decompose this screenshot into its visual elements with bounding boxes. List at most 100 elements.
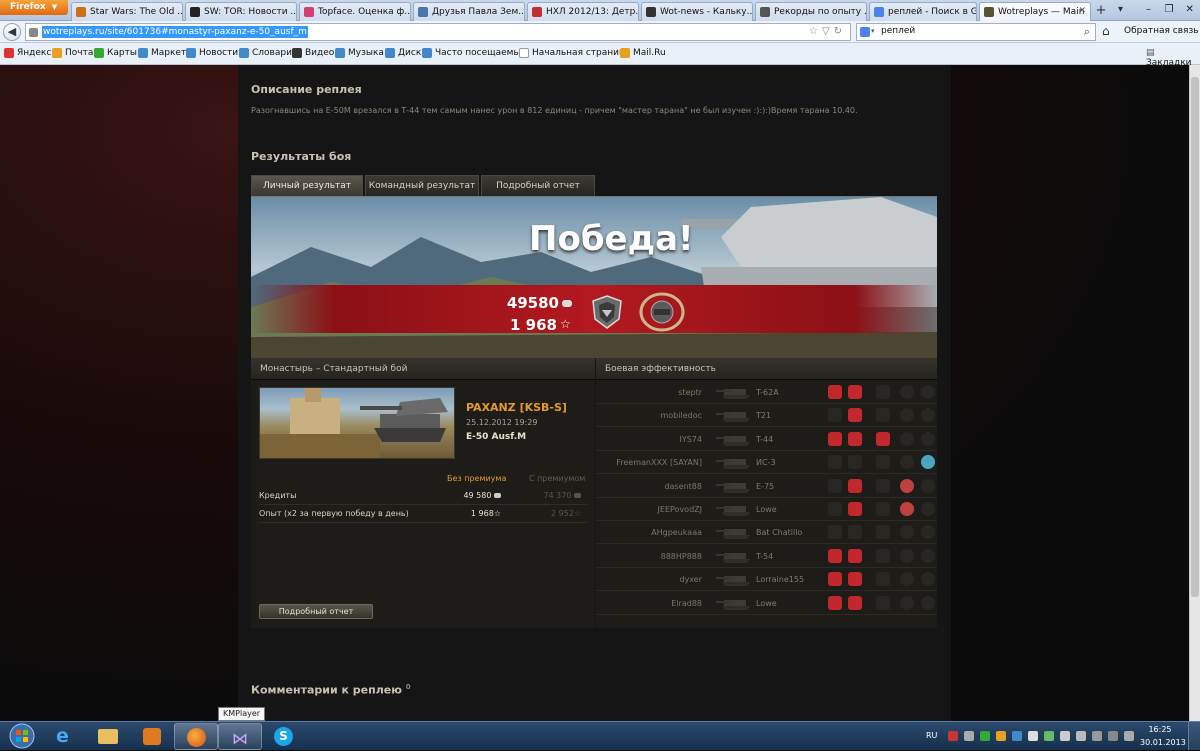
tray-icon[interactable] [980, 731, 990, 741]
victory-title: Победа! [529, 219, 694, 259]
web-page: Описание реплея Разогнавшись на Е-50М вр… [0, 65, 1189, 721]
tank-silhouette-icon [716, 389, 750, 399]
player-name: PAXANZ [KSB-S] [466, 401, 567, 414]
stats-row: Кредиты 49 580 74 370 [259, 487, 587, 505]
tab-detailed-report[interactable]: Подробный отчет [481, 175, 595, 196]
browser-tab[interactable]: НХЛ 2012/13: Детр... [527, 2, 639, 21]
bookmark-item[interactable]: Mail.Ru [620, 48, 666, 58]
search-text[interactable]: реплей [881, 26, 915, 36]
stats-row: Опыт (х2 за первую победу в день) 1 968☆… [259, 505, 587, 523]
bookmark-item[interactable]: Диск [385, 48, 421, 58]
browser-tab[interactable]: Друзья Павла Зем... [413, 2, 525, 21]
skype-taskbar-icon[interactable]: S [262, 723, 306, 750]
map-tank-image [259, 387, 455, 459]
browser-tab[interactable]: реплей - Поиск в G... [869, 2, 977, 21]
efficiency-player-name: IYS74 [679, 434, 702, 444]
bookmark-item[interactable]: Яндекс [4, 48, 51, 58]
volume-icon[interactable] [1076, 731, 1086, 741]
bookmark-item[interactable]: Начальная страница [519, 48, 631, 58]
search-icon[interactable]: ⌕ [1084, 25, 1090, 39]
col-premium: С премиумом [529, 474, 586, 483]
feedback-button[interactable]: Обратная связь [1124, 26, 1199, 36]
kmplayer-taskbar-icon[interactable]: ⋈ [218, 723, 262, 750]
capture-icon [921, 431, 935, 446]
browser-tab[interactable]: SW: TOR: Новости ... [185, 2, 297, 21]
close-tab-icon[interactable]: ✕ [1078, 6, 1086, 16]
detailed-report-button[interactable]: Подробный отчет [259, 604, 373, 619]
bookmark-item[interactable]: Словари [239, 48, 292, 58]
tray-icon[interactable] [1028, 731, 1038, 741]
tab-favicon-icon [532, 7, 542, 17]
capture-icon [921, 502, 935, 516]
efficiency-tank-name: Lowe [756, 598, 777, 608]
spotted-icon [848, 385, 862, 399]
explorer-taskbar-icon[interactable] [86, 723, 130, 750]
minimize-icon[interactable]: – [1138, 1, 1159, 19]
url-bar[interactable]: wotreplays.ru/site/601736#monastyr-paxan… [25, 23, 851, 41]
credits-icon [574, 493, 581, 498]
media-player-taskbar-icon[interactable] [130, 723, 174, 750]
url-text[interactable]: wotreplays.ru/site/601736#monastyr-paxan… [42, 26, 308, 38]
crit-icon [876, 455, 890, 470]
tab-personal-result[interactable]: Личный результат [251, 175, 363, 196]
search-input[interactable]: ▾ реплей ⌕ [856, 23, 1096, 41]
clock-time[interactable]: 16:25 [1140, 725, 1180, 734]
scrollbar-thumb[interactable] [1191, 77, 1199, 597]
url-bar-icons[interactable]: ☆▽↻ [809, 26, 846, 37]
experience-star-icon: ☆ [493, 509, 501, 518]
maximize-icon[interactable]: ❐ [1159, 1, 1180, 19]
clock-date[interactable]: 30.01.2013 [1140, 738, 1186, 747]
disk-icon [385, 48, 395, 58]
bookmarks-icon: ▤ [1146, 48, 1155, 58]
browser-tab-active[interactable]: Wotreplays — Main ✕ [979, 2, 1091, 21]
browser-tab[interactable]: Рекорды по опыту ... [755, 2, 867, 21]
browser-tab[interactable]: Wot-news - Кальку... [641, 2, 753, 21]
show-desktop-button[interactable] [1188, 722, 1200, 750]
tray-icon[interactable] [1044, 731, 1054, 741]
tray-icon[interactable] [1092, 731, 1102, 741]
bookmark-item[interactable]: Новости [186, 48, 238, 58]
bookmark-item[interactable]: Часто посещаемые [422, 48, 526, 58]
tray-icon[interactable] [1124, 731, 1134, 741]
wreath-medal-icon[interactable] [639, 292, 685, 332]
tab-list-chevron-icon[interactable]: ▾ [1118, 4, 1123, 15]
ie-taskbar-icon[interactable]: e [42, 723, 86, 750]
back-button[interactable]: ◀ [3, 23, 21, 41]
monastery-building [290, 398, 340, 438]
site-identity-icon[interactable] [29, 28, 38, 37]
bookmark-item[interactable]: Почта [52, 48, 93, 58]
tray-icon[interactable] [1108, 731, 1118, 741]
credits-icon [562, 300, 572, 307]
page-scrollbar[interactable] [1189, 65, 1200, 721]
firefox-menu-button[interactable]: Firefox ▼ [0, 0, 68, 15]
home-icon[interactable]: ⌂ [1102, 24, 1110, 38]
network-icon[interactable] [1060, 731, 1070, 741]
tray-icon[interactable] [948, 731, 958, 741]
shield-medal-icon[interactable] [591, 295, 623, 329]
tray-icon[interactable] [964, 731, 974, 741]
tray-icon[interactable] [996, 731, 1006, 741]
firefox-taskbar-icon[interactable] [174, 723, 218, 750]
mail-icon [52, 48, 62, 58]
google-icon[interactable] [860, 27, 870, 37]
efficiency-player-name: JEEPovodZJ [657, 505, 702, 514]
windows-start-icon[interactable] [4, 722, 40, 751]
comments-title: Комментарии к реплею 0 [251, 683, 411, 697]
bookmark-item[interactable]: Музыка [335, 48, 384, 58]
tray-icon[interactable] [1012, 731, 1022, 741]
new-tab-button[interactable]: + [1093, 3, 1109, 19]
chevron-down-icon[interactable]: ▾ [871, 27, 875, 35]
tab-team-result[interactable]: Командный результат [365, 175, 479, 196]
bookmark-item[interactable]: Карты [94, 48, 137, 58]
damage-icon [828, 478, 842, 493]
results-title: Результаты боя [251, 150, 352, 163]
language-indicator[interactable]: RU [926, 731, 937, 740]
assist-icon [900, 525, 914, 540]
browser-tab[interactable]: Star Wars: The Old ... [71, 2, 183, 21]
bookmark-item[interactable]: Маркет [138, 48, 186, 58]
tab-favicon-icon [874, 7, 884, 17]
browser-tab[interactable]: Topface. Оценка ф... [299, 2, 411, 21]
bookmark-item[interactable]: Видео [292, 48, 334, 58]
close-window-icon[interactable]: ✕ [1179, 1, 1200, 19]
tank-silhouette-icon [716, 412, 750, 423]
